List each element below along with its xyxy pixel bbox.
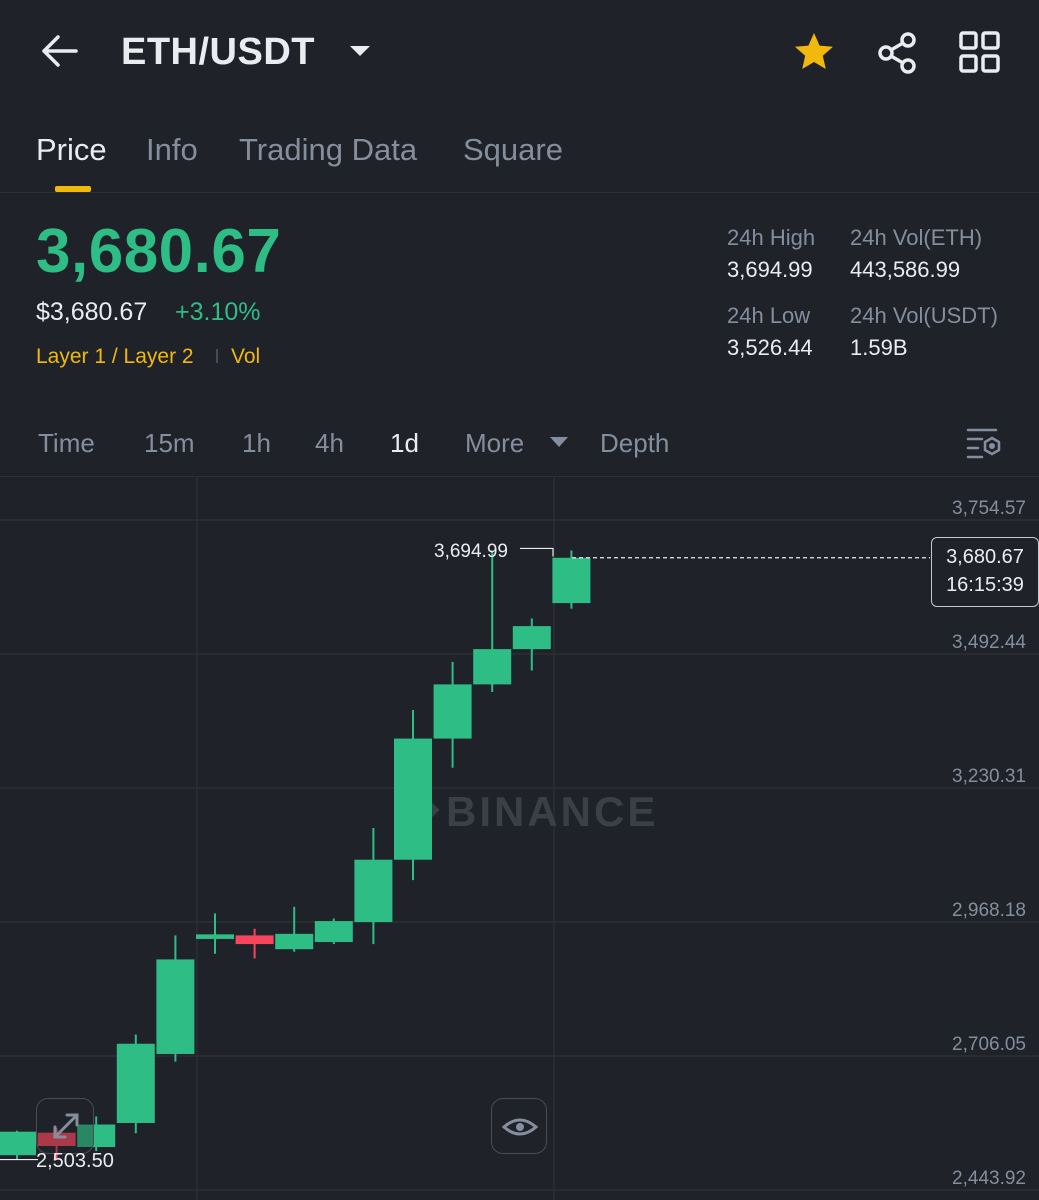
y-axis-label: 3,230.31 (952, 766, 1026, 787)
candle (354, 828, 393, 945)
candle (235, 928, 274, 959)
candle (156, 935, 195, 1062)
high-marker-line (520, 547, 554, 557)
expand-icon (53, 1113, 79, 1139)
candle-body (394, 738, 432, 860)
candle (314, 918, 353, 945)
expand-chart-button[interactable] (36, 1098, 94, 1154)
candle-body (0, 1131, 36, 1156)
candle-body (196, 934, 234, 939)
candle-body (473, 649, 512, 685)
candle (275, 906, 314, 952)
candle (473, 550, 512, 693)
candlestick-chart[interactable]: 3,754.57 3,492.44 3,230.31 2,968.18 2,706.05… (0, 0, 1039, 1200)
candle-body (275, 933, 314, 950)
candle-body (314, 921, 353, 943)
toggle-visibility-button[interactable] (491, 1098, 547, 1154)
candle-body (433, 684, 472, 739)
candle-body (116, 1043, 155, 1123)
watermark-text: BINANCE (446, 788, 658, 835)
y-axis-label: 2,968.18 (952, 900, 1026, 921)
candle-body (512, 626, 551, 650)
candle-body (354, 859, 393, 923)
candle (552, 550, 591, 609)
low-marker-label: 2,503.50 (36, 1150, 114, 1172)
candle (394, 709, 432, 881)
current-price-label: 3,680.67 (946, 546, 1024, 568)
candle (512, 618, 551, 671)
countdown-label: 16:15:39 (946, 574, 1024, 596)
y-axis-label: 3,492.44 (952, 632, 1026, 653)
y-axis-label: 3,754.57 (952, 498, 1026, 519)
candle (0, 1130, 36, 1160)
candle-body (156, 959, 195, 1054)
candle-body (552, 557, 591, 604)
candle-body (235, 935, 274, 945)
high-marker-label: 3,694.99 (434, 541, 508, 562)
candle (433, 661, 472, 768)
candle (196, 913, 234, 954)
y-axis-label: 2,443.92 (952, 1168, 1026, 1189)
eye-icon (501, 1118, 539, 1136)
y-axis-label: 2,706.05 (952, 1034, 1026, 1055)
candle (116, 1034, 155, 1134)
